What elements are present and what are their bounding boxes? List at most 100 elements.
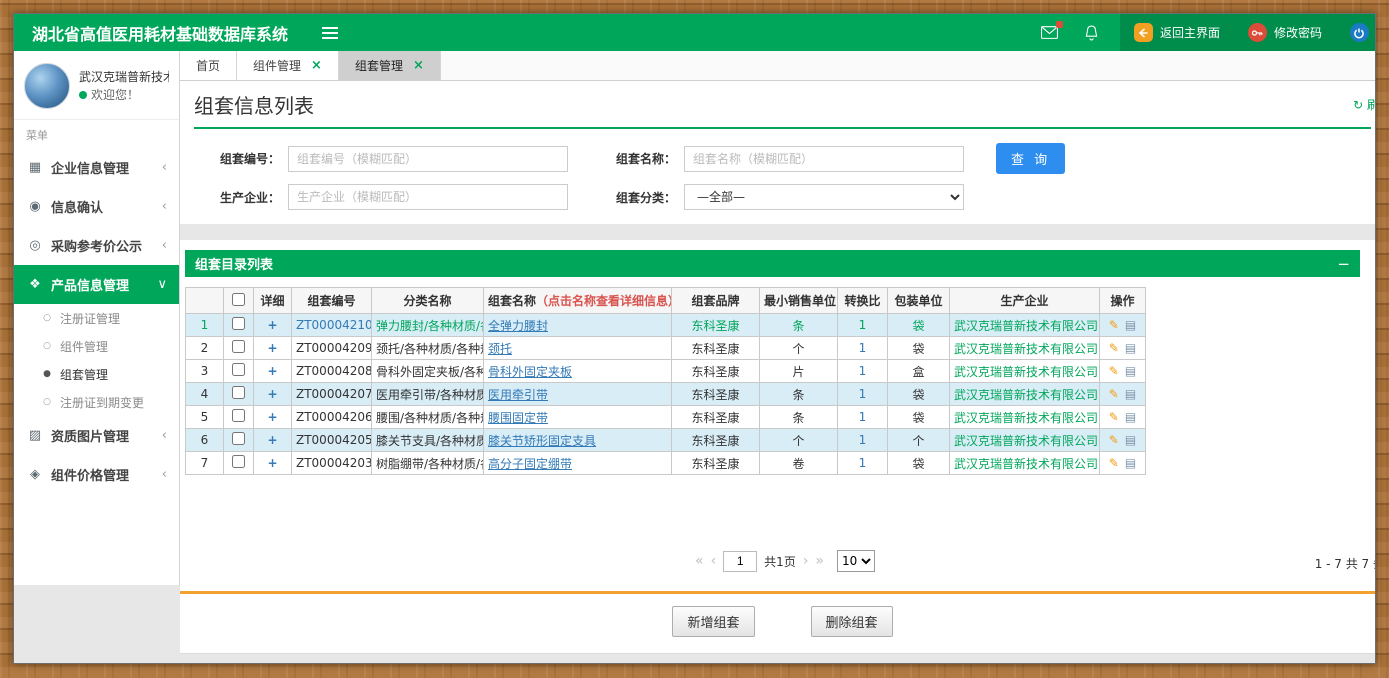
- document-icon[interactable]: ▤: [1125, 433, 1136, 447]
- add-set-button[interactable]: 新增组套: [672, 606, 754, 637]
- table-row[interactable]: 5+ZT00004206腰围/各种材质/各种规格腰围固定带东科圣康条1袋武汉克瑞…: [186, 406, 1146, 429]
- row-checkbox[interactable]: [232, 363, 245, 376]
- query-button[interactable]: 查 询: [996, 143, 1065, 174]
- row-checkbox-cell[interactable]: [224, 429, 254, 452]
- set-name-cell[interactable]: 全弹力腰封: [484, 314, 672, 337]
- set-name-cell[interactable]: 颈托: [484, 337, 672, 360]
- set-name-cell[interactable]: 高分子固定绷带: [484, 452, 672, 475]
- sidebar-item-product-info[interactable]: ❖ 产品信息管理 ∨: [14, 265, 179, 304]
- delete-set-button[interactable]: 删除组套: [811, 606, 893, 637]
- page-size-select[interactable]: 10: [837, 550, 875, 572]
- return-main-button[interactable]: 返回主界面: [1120, 14, 1234, 51]
- row-checkbox[interactable]: [232, 455, 245, 468]
- sidebar-item-price-publicity[interactable]: ◎ 采购参考价公示 ‹: [14, 226, 179, 265]
- sidebar-item-enterprise-info[interactable]: ▦ 企业信息管理 ‹: [14, 148, 179, 187]
- tab-close-icon[interactable]: ×: [311, 58, 322, 73]
- sidebar-item-qualification-images[interactable]: ▨ 资质图片管理 ‹: [14, 416, 179, 455]
- edit-icon[interactable]: ✎: [1109, 410, 1119, 424]
- tab-home[interactable]: 首页: [180, 51, 237, 80]
- set-name-link[interactable]: 骨科外固定夹板: [488, 365, 572, 379]
- refresh-button[interactable]: ↻ 刷新: [1353, 96, 1375, 113]
- set-name-link[interactable]: 腰围固定带: [488, 411, 548, 425]
- bell-icon[interactable]: [1071, 14, 1112, 51]
- edit-icon[interactable]: ✎: [1109, 456, 1119, 470]
- set-name-cell[interactable]: 医用牵引带: [484, 383, 672, 406]
- edit-icon[interactable]: ✎: [1109, 433, 1119, 447]
- row-checkbox-cell[interactable]: [224, 337, 254, 360]
- set-name-link[interactable]: 医用牵引带: [488, 388, 548, 402]
- table-row[interactable]: 7+ZT00004203树脂绷带/各种材质/各种规格高分子固定绷带东科圣康卷1袋…: [186, 452, 1146, 475]
- sidebar-subitem-component-mgmt[interactable]: ○ 组件管理: [14, 332, 179, 360]
- edit-icon[interactable]: ✎: [1109, 364, 1119, 378]
- table-row[interactable]: 1+ZT00004210弹力腰封/各种材质/各种规格全弹力腰封东科圣康条1袋武汉…: [186, 314, 1146, 337]
- row-checkbox[interactable]: [232, 386, 245, 399]
- prev-page-icon[interactable]: ‹: [711, 553, 717, 569]
- row-checkbox[interactable]: [232, 432, 245, 445]
- hamburger-menu-icon[interactable]: [322, 24, 338, 42]
- detail-expand-link[interactable]: +: [267, 341, 277, 355]
- mail-icon[interactable]: [1028, 14, 1071, 51]
- detail-cell[interactable]: +: [254, 429, 292, 452]
- sidebar-subitem-set-mgmt[interactable]: ● 组套管理: [14, 360, 179, 388]
- col-select-all[interactable]: [224, 288, 254, 314]
- detail-cell[interactable]: +: [254, 337, 292, 360]
- table-row[interactable]: 6+ZT00004205膝关节支具/各种材质/各种规格膝关节矫形固定支具东科圣康…: [186, 429, 1146, 452]
- tab-close-icon[interactable]: ×: [413, 58, 424, 73]
- row-checkbox-cell[interactable]: [224, 360, 254, 383]
- set-name-link[interactable]: 膝关节矫形固定支具: [488, 434, 596, 448]
- sidebar-subitem-cert-expiry-change[interactable]: ○ 注册证到期变更: [14, 388, 179, 416]
- document-icon[interactable]: ▤: [1125, 410, 1136, 424]
- row-actions[interactable]: ✎▤: [1100, 314, 1146, 337]
- document-icon[interactable]: ▤: [1125, 387, 1136, 401]
- logout-button[interactable]: 退出: [1336, 14, 1376, 51]
- row-checkbox-cell[interactable]: [224, 452, 254, 475]
- set-name-link[interactable]: 高分子固定绷带: [488, 457, 572, 471]
- set-code-input[interactable]: [288, 146, 568, 172]
- select-all-checkbox[interactable]: [232, 293, 245, 306]
- sidebar-subitem-registration-cert[interactable]: ○ 注册证管理: [14, 304, 179, 332]
- row-actions[interactable]: ✎▤: [1100, 360, 1146, 383]
- detail-cell[interactable]: +: [254, 360, 292, 383]
- row-actions[interactable]: ✎▤: [1100, 383, 1146, 406]
- row-checkbox-cell[interactable]: [224, 406, 254, 429]
- change-password-button[interactable]: 修改密码: [1234, 14, 1336, 51]
- row-checkbox[interactable]: [232, 317, 245, 330]
- document-icon[interactable]: ▤: [1125, 364, 1136, 378]
- document-icon[interactable]: ▤: [1125, 341, 1136, 355]
- detail-cell[interactable]: +: [254, 383, 292, 406]
- detail-expand-link[interactable]: +: [267, 318, 277, 332]
- document-icon[interactable]: ▤: [1125, 456, 1136, 470]
- last-page-icon[interactable]: »: [815, 553, 824, 569]
- page-number-input[interactable]: [723, 551, 757, 572]
- row-checkbox[interactable]: [232, 340, 245, 353]
- row-checkbox[interactable]: [232, 409, 245, 422]
- detail-cell[interactable]: +: [254, 452, 292, 475]
- detail-expand-link[interactable]: +: [267, 456, 277, 470]
- sidebar-item-info-confirm[interactable]: ◉ 信息确认 ‹: [14, 187, 179, 226]
- tab-component-mgmt[interactable]: 组件管理 ×: [237, 51, 339, 80]
- row-actions[interactable]: ✎▤: [1100, 337, 1146, 360]
- first-page-icon[interactable]: «: [695, 553, 704, 569]
- document-icon[interactable]: ▤: [1125, 318, 1136, 332]
- category-select[interactable]: —全部—: [684, 184, 964, 210]
- detail-cell[interactable]: +: [254, 406, 292, 429]
- set-name-input[interactable]: [684, 146, 964, 172]
- detail-expand-link[interactable]: +: [267, 387, 277, 401]
- set-name-link[interactable]: 颈托: [488, 342, 512, 356]
- collapse-icon[interactable]: −: [1337, 255, 1350, 273]
- sidebar-item-component-price[interactable]: ◈ 组件价格管理 ‹: [14, 455, 179, 494]
- table-row[interactable]: 4+ZT00004207医用牵引带/各种材质/各种规格医用牵引带东科圣康条1袋武…: [186, 383, 1146, 406]
- tab-set-mgmt[interactable]: 组套管理 ×: [339, 51, 441, 80]
- detail-expand-link[interactable]: +: [267, 433, 277, 447]
- table-row[interactable]: 3+ZT00004208骨科外固定夹板/各种材质/各种规格骨科外固定夹板东科圣康…: [186, 360, 1146, 383]
- set-name-link[interactable]: 全弹力腰封: [488, 319, 548, 333]
- set-name-cell[interactable]: 膝关节矫形固定支具: [484, 429, 672, 452]
- row-actions[interactable]: ✎▤: [1100, 406, 1146, 429]
- row-checkbox-cell[interactable]: [224, 383, 254, 406]
- detail-expand-link[interactable]: +: [267, 364, 277, 378]
- next-page-icon[interactable]: ›: [803, 553, 809, 569]
- row-actions[interactable]: ✎▤: [1100, 452, 1146, 475]
- edit-icon[interactable]: ✎: [1109, 318, 1119, 332]
- set-name-cell[interactable]: 腰围固定带: [484, 406, 672, 429]
- manufacturer-input[interactable]: [288, 184, 568, 210]
